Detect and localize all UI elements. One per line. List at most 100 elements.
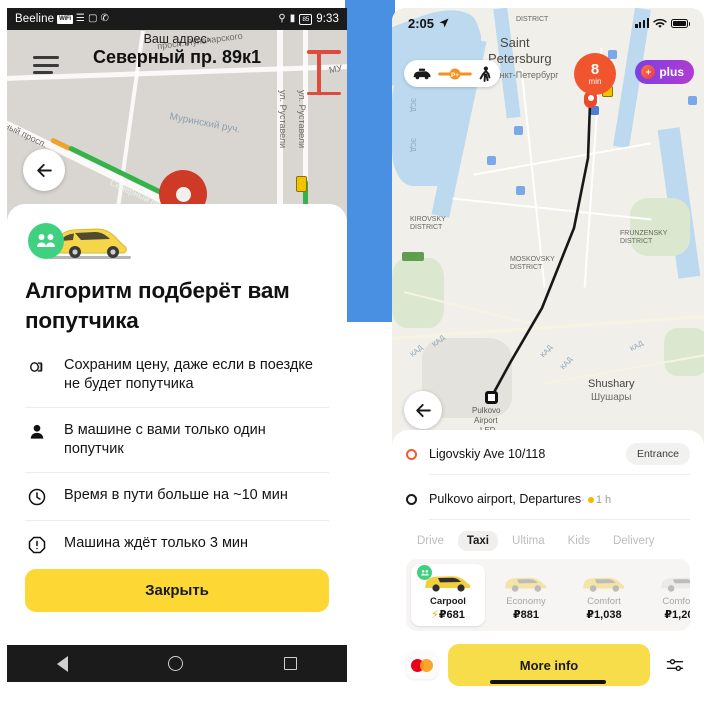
tariff-name: Comfort+ (662, 596, 690, 607)
tariff-price: ₽681 (438, 609, 465, 621)
cellular-bars-icon (635, 18, 649, 28)
transport-mode-switcher[interactable]: P+ (404, 60, 500, 87)
close-button[interactable]: Закрыть (25, 569, 329, 612)
people-group-icon (420, 569, 429, 575)
status-bar-right: ⚲ ▮ 85 9:33 (278, 13, 339, 25)
wifi-badge-icon: WiFi (57, 14, 73, 24)
feature-item: В машине с вами только один попутчик (25, 407, 329, 472)
pickup-address-row[interactable]: Ligovskiy Ave 10/118 Entrance (406, 430, 690, 472)
status-indicators (635, 18, 691, 29)
screenshot-stage: Beeline WiFi ☰ ▢ ✆ ⚲ ▮ 85 9:33 просп. Лу… (0, 0, 712, 706)
destination-address-row[interactable]: Pulkovo airport, Departures· 1 h (406, 475, 690, 517)
wifi-icon (653, 18, 667, 28)
whatsapp-icon: ✆ (100, 13, 110, 24)
feature-item: Машина ждёт только 3 мин (25, 520, 329, 568)
sheet-title: Алгоритм подберёт вам попутчика (25, 278, 290, 333)
ride-order-card: Ligovskiy Ave 10/118 Entrance Pulkovo ai… (392, 430, 704, 698)
pickup-address: Ligovskiy Ave 10/118 (429, 447, 546, 461)
ride-settings-button[interactable] (660, 655, 690, 675)
destination-address: Pulkovo airport, Departures (429, 492, 582, 506)
feature-text: Время в пути больше на ~10 мин (64, 487, 288, 503)
status-time-group: 2:05 (408, 16, 450, 31)
battery-full-icon (671, 18, 691, 28)
eta-badge: 8 min (574, 53, 616, 95)
nav-back-icon[interactable] (57, 655, 69, 672)
feature-text: Машина ждёт только 3 мин (64, 535, 249, 551)
status-bar-left: Beeline WiFi ☰ ▢ ✆ (15, 13, 109, 25)
tariff-price: ₽881 (512, 609, 539, 621)
signal-4g-icon: ☰ (75, 13, 85, 24)
feature-item: Сохраним цену, даже если в поездке не бу… (25, 352, 329, 407)
car-icon (583, 577, 624, 592)
nav-home-icon[interactable] (168, 656, 184, 671)
clock-icon (25, 486, 49, 507)
carpool-illustration (25, 218, 131, 262)
feature-text: Сохраним цену, даже если в поездке не бу… (64, 357, 313, 392)
vibrate-icon: ▮ (289, 13, 296, 24)
yandex-plus-badge[interactable]: + plus (635, 60, 694, 84)
clock-label: 2:05 (408, 15, 435, 31)
destination-address-group: Pulkovo airport, Departures· 1 h (429, 492, 690, 506)
tariff-carpool[interactable]: Carpool ⚡₽681 (411, 564, 485, 626)
arrow-left-icon (415, 403, 431, 417)
tariff-name: Carpool (430, 596, 466, 607)
back-button[interactable] (404, 391, 442, 429)
location-icon: ⚲ (278, 13, 286, 24)
alert-octagon-icon (25, 534, 49, 555)
tariff-price: ₽1,038 (586, 609, 622, 621)
car-icon (661, 577, 690, 592)
eta-value: 8 (590, 61, 600, 78)
tariff-car-art (411, 565, 485, 593)
map-label: просп. Луначарского (156, 30, 244, 52)
feature-text: В машине с вами только один попутчик (64, 422, 266, 457)
tab-drive[interactable]: Drive (408, 531, 453, 551)
tab-delivery[interactable]: Delivery (604, 531, 664, 551)
tariff-car-art (645, 567, 690, 593)
payment-method-button[interactable] (406, 651, 438, 679)
background-blue-band (345, 0, 395, 322)
tariff-price: ₽1,201 (664, 609, 690, 621)
plus-route-icon[interactable]: P+ (438, 67, 472, 81)
carpool-people-badge (417, 565, 432, 580)
tariff-comfort-plus[interactable]: Comfort+ ₽1,201 (645, 564, 690, 626)
plus-logo-icon: + (641, 65, 656, 79)
tariff-economy[interactable]: Economy ₽881 (489, 564, 563, 626)
tariff-name: Economy (506, 596, 546, 607)
carpool-info-sheet: Алгоритм подберёт вам попутчика Сохраним… (7, 204, 347, 646)
map-label: МУ (328, 62, 344, 76)
person-icon (25, 421, 49, 442)
feature-list: Сохраним цену, даже если в поездке не бу… (25, 352, 329, 568)
feature-item: Время в пути больше на ~10 мин (25, 472, 329, 520)
eta-unit: min (588, 77, 602, 86)
route-destination-marker (485, 391, 498, 404)
tab-kids[interactable]: Kids (559, 531, 599, 551)
map-label: ул. Руставели (278, 90, 288, 149)
back-button[interactable] (23, 149, 65, 191)
sliders-icon (666, 658, 684, 672)
nav-recents-icon[interactable] (283, 657, 297, 670)
tariff-comfort[interactable]: Comfort ₽1,038 (567, 564, 641, 626)
bolt-icon: ⚡ (431, 609, 439, 621)
car-icon (505, 577, 546, 592)
tariff-price-row: ⚡₽681 (411, 608, 485, 621)
walk-icon[interactable] (478, 65, 492, 82)
taxi-icon[interactable] (412, 67, 432, 81)
entrance-chip[interactable]: Entrance (625, 443, 690, 465)
android-nav-bar (7, 645, 347, 682)
plus-label: plus (659, 65, 684, 79)
menu-hamburger-icon[interactable] (33, 56, 59, 74)
android-status-bar: Beeline WiFi ☰ ▢ ✆ ⚲ ▮ 85 9:33 (7, 8, 347, 30)
tab-ultima[interactable]: Ultima (503, 531, 554, 551)
ios-home-indicator (490, 680, 606, 684)
destination-duration: 1 h (595, 494, 612, 506)
map-traffic-marker (296, 176, 307, 192)
location-arrow-icon (439, 18, 449, 28)
clock-label: 9:33 (316, 13, 339, 25)
destination-separator: · (581, 494, 585, 506)
tariff-carousel[interactable]: Carpool ⚡₽681 Economy ₽881 Comfort ₽1,03… (406, 559, 690, 631)
people-group-icon (37, 234, 55, 247)
duration-dot-icon (587, 496, 594, 503)
left-phone-screen: Beeline WiFi ☰ ▢ ✆ ⚲ ▮ 85 9:33 просп. Лу… (7, 8, 347, 682)
tab-taxi[interactable]: Taxi (457, 531, 499, 551)
mastercard-icon (411, 658, 433, 672)
